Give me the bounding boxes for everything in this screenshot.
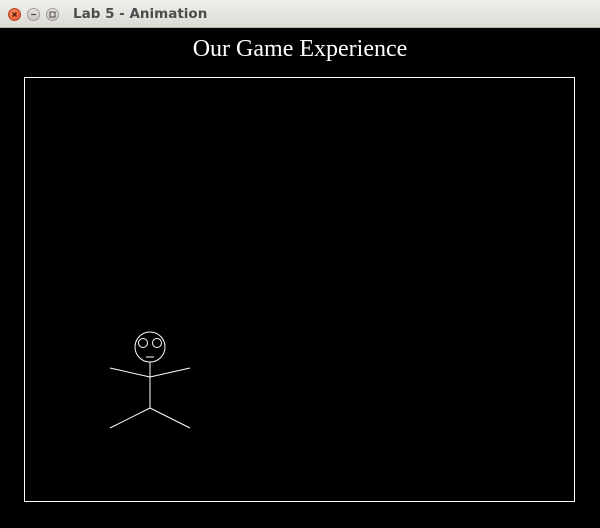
player-left-eye [138, 338, 148, 348]
app-window: Lab 5 - Animation Our Game Experience [0, 0, 600, 528]
player-left-arm [109, 367, 151, 378]
player-left-leg [109, 407, 151, 429]
player-right-leg [149, 407, 191, 429]
player-right-eye [152, 338, 162, 348]
stick-figure-player [109, 331, 191, 429]
player-right-arm [149, 367, 191, 378]
